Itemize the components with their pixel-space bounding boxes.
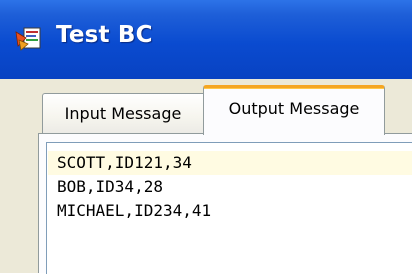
window-title: Test BC bbox=[56, 22, 153, 48]
tab-strip: Input Message Output Message bbox=[0, 79, 412, 135]
tab-output-message-label: Output Message bbox=[228, 99, 360, 118]
output-message-panel: SCOTT,ID121,34 BOB,ID34,28 MICHAEL,ID234… bbox=[38, 133, 412, 274]
app-window: Test BC Input Message Output Message SCO… bbox=[0, 0, 412, 274]
output-line: BOB,ID34,28 bbox=[57, 177, 163, 196]
tab-output-message[interactable]: Output Message bbox=[203, 85, 385, 135]
output-message-textarea[interactable]: SCOTT,ID121,34 BOB,ID34,28 MICHAEL,ID234… bbox=[46, 142, 412, 274]
output-line: MICHAEL,ID234,41 bbox=[57, 201, 212, 220]
tab-input-message-label: Input Message bbox=[64, 104, 182, 123]
java-app-icon[interactable] bbox=[14, 26, 44, 52]
tab-input-message[interactable]: Input Message bbox=[42, 93, 204, 133]
client-area: Input Message Output Message SCOTT,ID121… bbox=[0, 79, 412, 274]
title-bar[interactable]: Test BC bbox=[0, 0, 412, 79]
output-line: SCOTT,ID121,34 bbox=[57, 153, 192, 172]
